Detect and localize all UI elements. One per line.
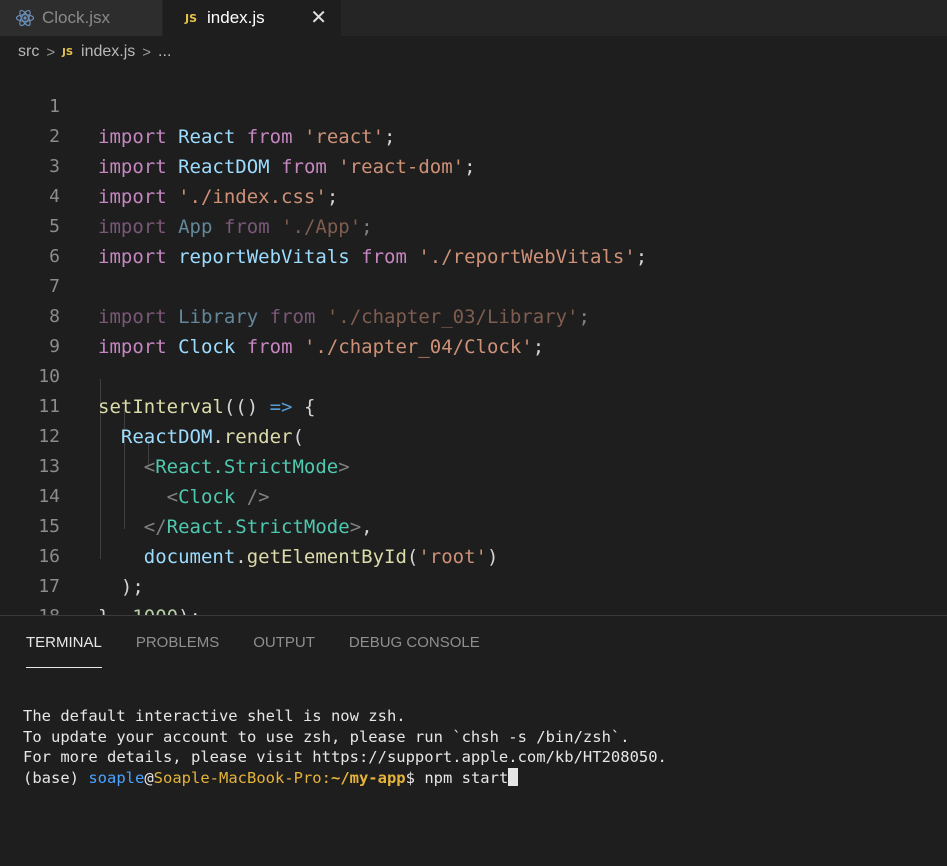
breadcrumb-file[interactable]: index.js — [81, 43, 135, 61]
tab-debug-console[interactable]: DEBUG CONSOLE — [349, 634, 480, 668]
editor-tab-bar: Clock.jsx JS index.js ✕ — [0, 0, 947, 36]
code-line: 19 — [0, 602, 947, 615]
code-line: 3 import './index.css'; — [0, 122, 947, 208]
code-editor[interactable]: 1 import React from 'react'; 2 import Re… — [0, 62, 947, 615]
breadcrumb-symbols[interactable]: ... — [158, 43, 171, 61]
prompt-user: soaple — [88, 768, 145, 787]
bottom-panel: TERMINAL PROBLEMS OUTPUT DEBUG CONSOLE T… — [0, 615, 947, 866]
prompt-symbol: $ — [405, 768, 425, 787]
tab-label: Clock.jsx — [42, 8, 111, 27]
code-line: 14 </React.StrictMode>, — [0, 452, 947, 538]
code-line: 15 document.getElementById('root') — [0, 482, 947, 568]
tab-index-js[interactable]: JS index.js ✕ — [163, 0, 341, 36]
tab-output[interactable]: OUTPUT — [253, 634, 315, 668]
code-line: 4 import App from './App'; — [0, 152, 947, 238]
code-line: 12 <React.StrictMode> — [0, 392, 947, 478]
code-line: 1 import React from 'react'; — [0, 62, 947, 148]
terminal-output[interactable]: The default interactive shell is now zsh… — [23, 706, 667, 788]
code-line: 18 — [0, 572, 947, 615]
prompt-path: ~/my-app — [330, 768, 406, 787]
code-line: 9 — [0, 302, 947, 357]
terminal-line: The default interactive shell is now zsh… — [23, 707, 406, 725]
terminal-command: npm start — [424, 768, 509, 787]
panel-tabs: TERMINAL PROBLEMS OUTPUT DEBUG CONSOLE — [26, 634, 514, 668]
code-line: 5 import reportWebVitals from './reportW… — [0, 182, 947, 268]
code-line: 16 ); — [0, 512, 947, 598]
code-line: 10 setInterval(() => { — [0, 332, 947, 418]
tab-problems[interactable]: PROBLEMS — [136, 634, 219, 668]
terminal-line: For more details, please visit https://s… — [23, 748, 667, 766]
code-line: 8 import Clock from './chapter_04/Clock'… — [0, 272, 947, 358]
terminal-cursor — [508, 767, 519, 786]
prompt-at: @ — [144, 768, 154, 787]
prompt-env: (base) — [23, 768, 89, 787]
react-icon — [14, 7, 36, 29]
code-line: 2 import ReactDOM from 'react-dom'; — [0, 92, 947, 178]
code-line: 6 — [0, 212, 947, 267]
prompt-host: Soaple-MacBook-Pro: — [153, 768, 331, 787]
chevron-right-icon: > — [46, 43, 56, 61]
tab-label: index.js — [207, 8, 265, 27]
code-line: 7 import Library from './chapter_03/Libr… — [0, 242, 947, 328]
chevron-right-icon: > — [142, 43, 152, 61]
code-line: 13 <Clock /> — [0, 422, 947, 508]
breadcrumb-src[interactable]: src — [18, 43, 39, 61]
js-icon: JS — [62, 46, 74, 58]
terminal-line: To update your account to use zsh, pleas… — [23, 727, 630, 746]
close-icon[interactable]: ✕ — [310, 8, 327, 28]
terminal-prompt-line: (base) soaple@Soaple-MacBook-Pro:~/my-ap… — [23, 767, 667, 789]
code-line: 11 ReactDOM.render( — [0, 362, 947, 448]
tab-terminal[interactable]: TERMINAL — [26, 634, 102, 668]
tab-clock-jsx[interactable]: Clock.jsx — [0, 0, 163, 36]
js-icon: JS — [185, 11, 198, 25]
code-line: 17 }, 1000); — [0, 542, 947, 615]
